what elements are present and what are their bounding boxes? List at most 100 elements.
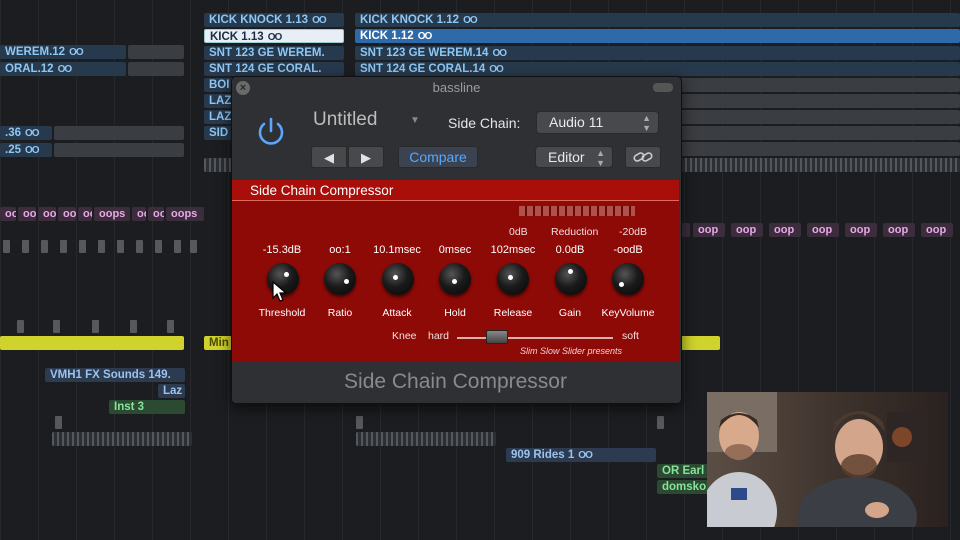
loop-region[interactable]: oo [18,207,36,221]
region-drum-pattern[interactable] [204,158,234,172]
next-preset-button[interactable]: ▶ [348,146,384,168]
region-right-5[interactable] [680,78,960,92]
region-kick-knock-112[interactable]: KICK KNOCK 1.12 OO [355,13,960,27]
region-label: LAZ [209,111,232,123]
mini-region[interactable] [22,240,29,253]
panel-title: Side Chain Compressor [250,183,394,198]
region-left-3b[interactable] [54,126,184,140]
region-left-3[interactable]: .36 OO [0,126,52,140]
meter-label-reduction: Reduction [551,226,599,238]
region-inst3[interactable]: Inst 3 [109,400,185,414]
loop-region[interactable]: oop [921,223,953,237]
region-label: .25 [5,144,21,156]
threshold-label: Threshold [258,307,306,319]
gain-knob[interactable] [555,263,587,295]
region-or-earl[interactable]: OR Earl [657,464,709,478]
mini-region[interactable] [79,240,86,253]
region-left-4b[interactable] [54,143,184,157]
preset-name[interactable]: Untitled [313,109,377,131]
loop-region[interactable]: oop [693,223,725,237]
region-vmh1-fx[interactable]: VMH1 FX Sounds 149. [45,368,185,382]
region-kick-knock-113[interactable]: KICK KNOCK 1.13 OO [204,13,344,27]
view-select[interactable]: Editor ▲ ▼ [535,146,613,168]
region-laz[interactable]: Laz [158,384,185,398]
loop-region[interactable]: oo [148,207,164,221]
region-snt-123[interactable]: SNT 123 GE WEREM. [204,46,344,60]
loop-region[interactable]: oo [58,207,76,221]
loop-region-oops[interactable]: oops [94,207,130,221]
mini-region[interactable] [155,240,162,253]
mini-region[interactable] [356,416,363,429]
loop-region[interactable]: oo [78,207,92,221]
region-pattern-lower[interactable] [52,432,192,446]
side-chain-select[interactable]: Audio 11 ▲ ▼ [536,111,659,134]
window-zoom-button[interactable] [653,83,673,92]
mini-region[interactable] [3,240,10,253]
release-knob[interactable] [497,263,529,295]
link-button[interactable] [625,146,661,168]
region-right-6[interactable] [680,94,960,108]
yellow-region-min[interactable]: Min [204,336,234,350]
region-right-7[interactable] [680,110,960,124]
mini-region[interactable] [657,416,664,429]
loop-region[interactable]: oop [883,223,915,237]
region-right-9[interactable] [680,142,960,156]
region-lazy-2[interactable]: LAZ [204,110,234,124]
region-left-2b[interactable] [128,62,184,76]
knee-slider-track[interactable] [457,337,613,339]
loop-region-oops[interactable]: oops [166,207,204,221]
region-left-1b[interactable] [128,45,184,59]
region-909-rides[interactable]: 909 Rides 1 OO [506,448,656,462]
attack-knob[interactable] [382,263,414,295]
ratio-label: Ratio [327,307,353,319]
mini-region[interactable] [55,416,62,429]
region-kick-113-selected[interactable]: KICK 1.13 OO [204,29,344,43]
previous-preset-button[interactable]: ◀ [311,146,347,168]
mini-region[interactable] [41,240,48,253]
region-left-4[interactable]: .25 OO [0,143,52,157]
loop-region[interactable]: oop [845,223,877,237]
region-kick-112-selected[interactable]: KICK 1.12 OO [355,29,960,43]
region-boink[interactable]: BOI [204,78,234,92]
power-icon[interactable] [254,115,288,149]
region-drum-pattern-right[interactable] [680,158,960,172]
region-snt-124[interactable]: SNT 124 GE CORAL. [204,62,344,76]
mini-region[interactable] [167,320,174,333]
mini-region[interactable] [60,240,67,253]
region-right-8[interactable] [680,126,960,140]
region-lazy-clap[interactable]: LAZ [204,94,234,108]
keyvolume-knob[interactable] [612,263,644,295]
loop-link-icon: OO [25,128,40,139]
loop-region[interactable]: oop [769,223,801,237]
loop-region[interactable]: oop [807,223,839,237]
mini-region[interactable] [92,320,99,333]
ratio-knob[interactable] [324,263,356,295]
knee-slider-thumb[interactable] [486,330,508,344]
loop-region[interactable]: oo [0,207,16,221]
hold-label: Hold [444,307,466,319]
region-left-1[interactable]: WEREM.12 OO [0,45,126,59]
yellow-region-right[interactable] [680,336,720,350]
mini-region[interactable] [117,240,124,253]
compare-button[interactable]: Compare [398,146,478,168]
region-side[interactable]: SID [204,126,234,140]
mini-region[interactable] [174,240,181,253]
yellow-region-left[interactable] [0,336,184,350]
mini-region[interactable] [190,240,197,253]
region-left-2[interactable]: ORAL.12 OO [0,62,126,76]
preset-dropdown-icon[interactable]: ▼ [410,115,420,126]
mini-region[interactable] [130,320,137,333]
mini-region[interactable] [53,320,60,333]
region-pattern-lower-2[interactable] [356,432,496,446]
region-snt-124-14[interactable]: SNT 124 GE CORAL.14 OO [355,62,960,76]
loop-region[interactable]: oo [38,207,56,221]
region-snt-123-14[interactable]: SNT 123 GE WEREM.14 OO [355,46,960,60]
hold-knob[interactable] [439,263,471,295]
loop-region[interactable]: oop [731,223,763,237]
mini-region[interactable] [136,240,143,253]
window-title: bassline [432,80,481,95]
mini-region[interactable] [17,320,24,333]
mini-region[interactable] [98,240,105,253]
loop-region[interactable]: oo [132,207,146,221]
region-domsko[interactable]: domsko [657,480,709,494]
